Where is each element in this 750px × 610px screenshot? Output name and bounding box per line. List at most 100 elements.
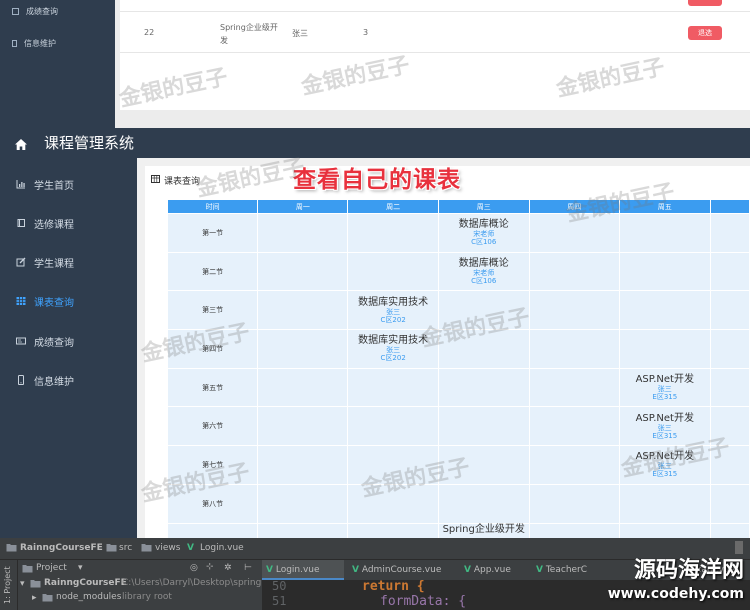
table-cell xyxy=(528,367,620,408)
course-teacher: 张三 xyxy=(386,307,401,316)
course-room: E区315 xyxy=(652,470,678,479)
tab-label: TeacherC xyxy=(545,565,588,575)
period-label: 第六节 xyxy=(166,406,259,447)
ide-window: RainngCourseFE src views V Login.vue 1: … xyxy=(0,538,750,610)
breadcrumb-views[interactable]: views xyxy=(155,543,180,553)
course-name: 数据库实用技术 xyxy=(358,296,429,308)
table-cell xyxy=(257,329,349,369)
table-cell xyxy=(437,367,530,408)
folder-icon xyxy=(141,543,152,555)
table-icon xyxy=(151,175,160,186)
table-cell xyxy=(347,251,439,292)
table-cell xyxy=(257,483,349,524)
tab-admincourse-vue[interactable]: V AdminCourse.vue xyxy=(348,560,448,580)
table-cell xyxy=(709,290,750,331)
drop-button[interactable] xyxy=(688,0,722,6)
ide-side-tool-strip: 1: Project xyxy=(0,560,18,610)
table-row: 第六节 ASP.Net开发 张三 E区315 xyxy=(166,406,750,447)
table-cell xyxy=(257,251,349,292)
home-icon[interactable] xyxy=(14,136,28,155)
tab-teacher-vue[interactable]: V TeacherC xyxy=(532,560,606,580)
card-icon xyxy=(16,336,26,346)
course-name: Spring企业级开发 xyxy=(442,523,525,535)
prev-sidebar-item-grades[interactable]: 成绩查询 xyxy=(12,6,58,17)
site-watermark-title: 源码海洋网 xyxy=(633,558,744,583)
period-label: 第七节 xyxy=(166,445,259,485)
phone-icon xyxy=(16,375,26,385)
chevron-right-icon[interactable]: ▸ xyxy=(32,593,37,603)
table-cell xyxy=(257,213,349,253)
vue-file-icon: V xyxy=(266,565,273,575)
book-icon xyxy=(16,218,26,228)
project-root-node[interactable]: RainngCourseFE xyxy=(44,578,127,588)
table-cell xyxy=(709,251,750,292)
sidebar-item-student-courses[interactable]: 学生课程 xyxy=(0,244,137,280)
target-icon[interactable]: ◎ xyxy=(190,563,198,573)
table-cell xyxy=(347,406,439,447)
table-cell xyxy=(618,329,711,369)
project-dropdown[interactable]: Project xyxy=(36,563,67,573)
table-cell xyxy=(437,445,530,485)
prev-sidebar-item-info[interactable]: 信息维护 xyxy=(12,38,56,49)
sidebar-item-timetable[interactable]: 课表查询 xyxy=(0,283,137,319)
hide-icon[interactable]: ⊢ xyxy=(244,563,252,573)
sidebar-item-label: 学生课程 xyxy=(34,258,74,270)
breadcrumb-src[interactable]: src xyxy=(119,543,132,553)
period-label: 第四节 xyxy=(166,329,259,369)
breadcrumb-project[interactable]: RainngCourseFE xyxy=(20,543,103,553)
course-room: C区202 xyxy=(380,354,406,363)
previous-page-fragment: 成绩查询 信息维护 22 Spring企业级开发 张三 3 退选 金银的豆子 金… xyxy=(0,0,750,128)
row-teacher: 张三 xyxy=(292,29,308,38)
table-row: 第七节 ASP.Net开发 张三 E区315 xyxy=(166,445,750,485)
table-cell xyxy=(528,483,620,524)
main-content: 课表查询 查看自己的课表 时间 周一 周二 周三 周四 周五 第一节 数据库概论… xyxy=(137,158,750,563)
table-cell xyxy=(528,406,620,447)
course-name: ASP.Net开发 xyxy=(635,412,694,424)
course-name: ASP.Net开发 xyxy=(635,451,694,463)
row-count: 3 xyxy=(363,28,369,37)
node-modules-node[interactable]: node_modules xyxy=(56,592,121,602)
tab-label: Login.vue xyxy=(275,565,320,575)
course-room: C区106 xyxy=(471,238,497,247)
column-header: 周三 xyxy=(437,199,530,214)
project-panel: Project ▾ ◎ ⊹ ✲ ⊢ ▾ RainngCourseFE C:\Us… xyxy=(18,560,262,610)
table-cell xyxy=(528,329,620,369)
panel-title: 课表查询 xyxy=(164,177,201,187)
drop-course-button[interactable]: 退选 xyxy=(688,26,722,40)
table-cell xyxy=(347,367,439,408)
prev-sidebar-label: 成绩查询 xyxy=(26,7,58,16)
folder-icon xyxy=(22,564,33,576)
chevron-down-icon[interactable]: ▾ xyxy=(20,579,25,589)
table-cell xyxy=(618,251,711,292)
column-header: 周一 xyxy=(257,199,349,214)
column-header xyxy=(709,199,750,214)
sidebar: 学生首页 选修课程 学生课程 课表查询 成绩查询 信息维护 xyxy=(0,158,137,538)
node-modules-note: library root xyxy=(122,592,172,602)
course-name: ASP.Net开发 xyxy=(635,374,694,386)
annotation-banner: 查看自己的课表 xyxy=(293,167,461,193)
period-label: 第五节 xyxy=(166,367,259,408)
tab-login-vue[interactable]: V Login.vue xyxy=(262,560,344,580)
table-cell xyxy=(528,290,620,331)
sidebar-item-elective-courses[interactable]: 选修课程 xyxy=(0,205,137,241)
table-cell xyxy=(347,445,439,485)
table-cell xyxy=(709,329,750,369)
split-icon[interactable]: ⊹ xyxy=(206,562,214,572)
sidebar-item-info[interactable]: 信息维护 xyxy=(0,362,137,398)
sidebar-item-grades[interactable]: 成绩查询 xyxy=(0,323,137,359)
vue-file-icon: V xyxy=(187,543,194,553)
course-name: 数据库概论 xyxy=(458,258,509,270)
sidebar-item-label: 课表查询 xyxy=(34,297,74,309)
breadcrumb-file[interactable]: Login.vue xyxy=(200,543,244,553)
project-tool-tab[interactable]: 1: Project xyxy=(3,566,12,604)
table-cell xyxy=(618,483,711,524)
table-row: 第八节 xyxy=(166,483,750,524)
chevron-down-icon[interactable]: ▾ xyxy=(78,563,83,573)
gear-icon[interactable]: ✲ xyxy=(224,563,232,573)
sidebar-item-student-home[interactable]: 学生首页 xyxy=(0,166,137,202)
code-line: formData: { xyxy=(380,594,467,609)
table-cell xyxy=(528,213,620,253)
tab-app-vue[interactable]: V App.vue xyxy=(460,560,530,580)
row-course: Spring企业级开发 xyxy=(220,23,278,45)
table-cell xyxy=(437,290,530,331)
